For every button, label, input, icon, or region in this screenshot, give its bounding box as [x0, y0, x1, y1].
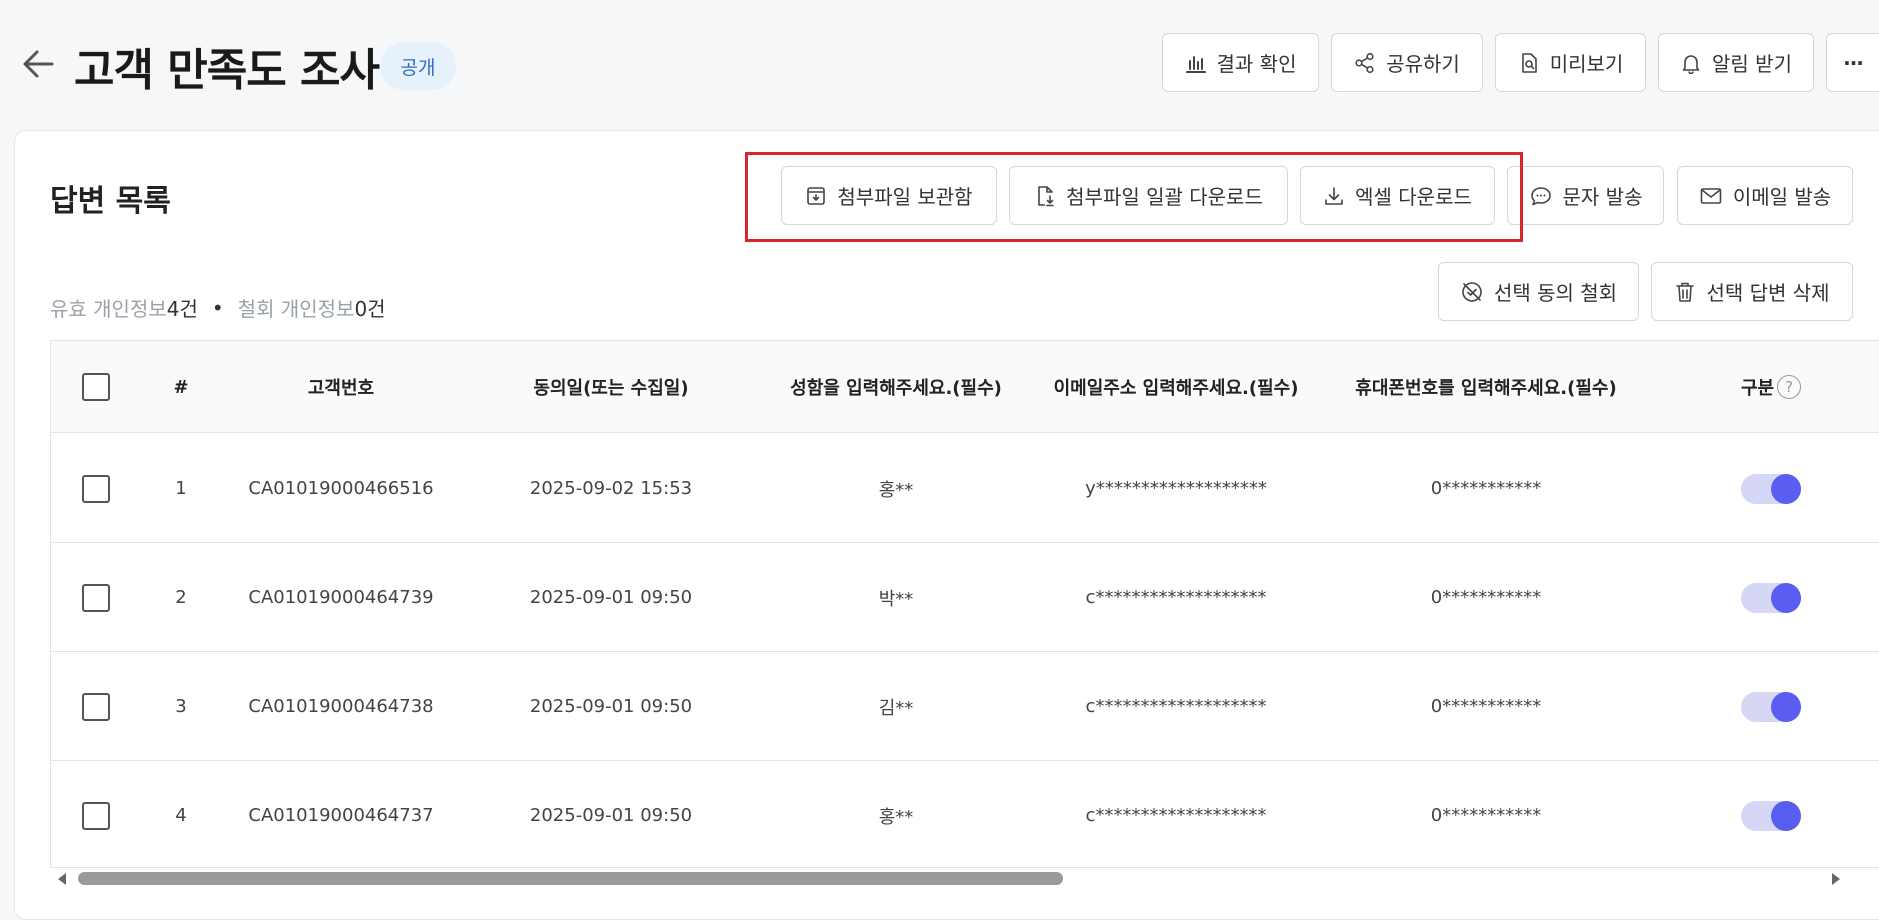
send-sms-label: 문자 발송	[1562, 185, 1643, 209]
column-name[interactable]: 성함을 입력해주세요.(필수)	[761, 341, 1031, 433]
cell-name: 홍**	[878, 479, 914, 501]
cell-email: c*******************	[1085, 696, 1267, 717]
share-icon	[1354, 52, 1376, 74]
cell-customer-no: CA01019000464739	[248, 587, 434, 608]
preview-button-label: 미리보기	[1549, 52, 1624, 76]
cell-phone: 0***********	[1430, 696, 1542, 717]
cell-email: c*******************	[1085, 587, 1267, 608]
trash-icon	[1674, 280, 1696, 304]
category-toggle[interactable]	[1741, 800, 1801, 831]
more-options-button[interactable]: ···	[1826, 33, 1879, 92]
preview-button[interactable]: 미리보기	[1495, 33, 1646, 92]
horizontal-scrollbar[interactable]	[50, 868, 1879, 890]
select-all-checkbox[interactable]	[82, 373, 110, 401]
section-title: 답변 목록	[50, 184, 171, 219]
bell-icon	[1680, 52, 1702, 74]
column-index[interactable]: #	[141, 341, 221, 433]
cell-customer-no: CA01019000464738	[248, 696, 434, 717]
page-title: 고객 만족도 조사	[74, 45, 380, 96]
row-checkbox[interactable]	[82, 583, 110, 612]
table-row[interactable]: 1 CA01019000466516 2025-09-02 15:53 홍** y***…	[51, 434, 1879, 543]
cell-index: 4	[175, 805, 187, 826]
column-customer-no[interactable]: 고객번호	[221, 341, 461, 433]
table-row[interactable]: 2 CA01019000464739 2025-09-01 09:50 박** c***…	[51, 543, 1879, 652]
category-toggle[interactable]	[1741, 582, 1801, 613]
notify-button[interactable]: 알림 받기	[1658, 33, 1814, 92]
responses-table: # 고객번호 동의일(또는 수집일) 성함을 입력해주세요.(필수) 이메일주소…	[50, 340, 1879, 868]
document-search-icon	[1518, 52, 1540, 74]
share-button-label: 공유하기	[1386, 52, 1460, 76]
cell-email: y*******************	[1085, 478, 1267, 499]
column-email[interactable]: 이메일주소 입력해주세요.(필수)	[1031, 341, 1321, 433]
send-email-label: 이메일 발송	[1732, 185, 1832, 209]
cell-phone: 0***********	[1430, 587, 1542, 608]
send-email-button[interactable]: 이메일 발송	[1677, 166, 1853, 225]
more-icon: ···	[1843, 50, 1864, 75]
toggle-knob	[1771, 582, 1801, 613]
withdrawn-privacy-label: 철회 개인정보	[237, 297, 355, 321]
toggle-knob	[1771, 691, 1801, 722]
send-sms-button[interactable]: 문자 발송	[1507, 166, 1664, 225]
cell-consent-date: 2025-09-01 09:50	[529, 805, 693, 826]
notify-button-label: 알림 받기	[1712, 52, 1792, 76]
row-checkbox[interactable]	[82, 474, 110, 503]
category-toggle[interactable]	[1741, 691, 1801, 722]
column-category[interactable]: 구분 ?	[1691, 341, 1851, 433]
summary-separator: •	[211, 295, 224, 320]
cell-name: 박**	[878, 588, 914, 610]
table-row[interactable]: 3 CA01019000464738 2025-09-01 09:50 김** c***…	[51, 652, 1879, 761]
row-checkbox[interactable]	[82, 692, 110, 721]
column-category-label: 구분	[1740, 378, 1775, 399]
cell-consent-date: 2025-09-01 09:50	[529, 696, 693, 717]
visibility-badge: 공개	[380, 42, 456, 90]
delete-selected-label: 선택 답변 삭제	[1706, 281, 1830, 305]
bar-chart-icon	[1185, 52, 1207, 74]
toggle-knob	[1771, 473, 1801, 504]
cell-phone: 0***********	[1430, 478, 1542, 499]
column-consent-date[interactable]: 동의일(또는 수집일)	[461, 341, 761, 433]
cell-consent-date: 2025-09-01 09:50	[529, 587, 693, 608]
consent-off-icon	[1460, 280, 1484, 304]
withdrawn-privacy-count: 0건	[354, 297, 386, 321]
valid-privacy-count: 4건	[166, 297, 198, 321]
scroll-right-arrow-icon[interactable]	[1830, 872, 1842, 886]
page-header: 고객 만족도 조사 공개 결과 확인 공유하기 미리보기 알림 받기 ···	[0, 0, 1879, 128]
table-row[interactable]: 4 CA01019000464737 2025-09-01 09:50 홍** c***…	[51, 761, 1879, 867]
toggle-knob	[1771, 800, 1801, 831]
privacy-summary: 유효 개인정보 4건 • 철회 개인정보 0건	[50, 293, 386, 322]
scrollbar-thumb[interactable]	[78, 872, 1063, 885]
delete-selected-button[interactable]: 선택 답변 삭제	[1651, 262, 1853, 321]
table-header: # 고객번호 동의일(또는 수집일) 성함을 입력해주세요.(필수) 이메일주소…	[51, 341, 1879, 433]
column-phone[interactable]: 휴대폰번호를 입력해주세요.(필수)	[1321, 341, 1651, 433]
scroll-left-arrow-icon[interactable]	[56, 872, 68, 886]
cell-email: c*******************	[1085, 805, 1267, 826]
withdraw-consent-button[interactable]: 선택 동의 철회	[1438, 262, 1639, 321]
results-button[interactable]: 결과 확인	[1162, 33, 1319, 92]
cell-consent-date: 2025-09-02 15:53	[529, 478, 693, 499]
valid-privacy-label: 유효 개인정보	[50, 297, 167, 321]
cell-index: 1	[175, 478, 187, 499]
cell-index: 2	[175, 587, 187, 608]
cell-name: 김**	[878, 697, 914, 719]
cell-name: 홍**	[878, 806, 914, 828]
cell-customer-no: CA01019000466516	[248, 478, 434, 499]
cell-phone: 0***********	[1430, 805, 1542, 826]
cell-customer-no: CA01019000464737	[248, 805, 434, 826]
envelope-icon	[1699, 185, 1723, 207]
share-button[interactable]: 공유하기	[1331, 33, 1483, 92]
highlight-box	[745, 152, 1523, 242]
cell-index: 3	[175, 696, 187, 717]
help-icon[interactable]: ?	[1777, 375, 1802, 399]
category-toggle[interactable]	[1741, 473, 1801, 504]
row-checkbox[interactable]	[82, 801, 110, 830]
chat-bubble-icon	[1529, 185, 1553, 207]
results-button-label: 결과 확인	[1216, 52, 1297, 76]
withdraw-consent-label: 선택 동의 철회	[1493, 281, 1618, 305]
back-arrow-icon[interactable]	[18, 44, 58, 84]
